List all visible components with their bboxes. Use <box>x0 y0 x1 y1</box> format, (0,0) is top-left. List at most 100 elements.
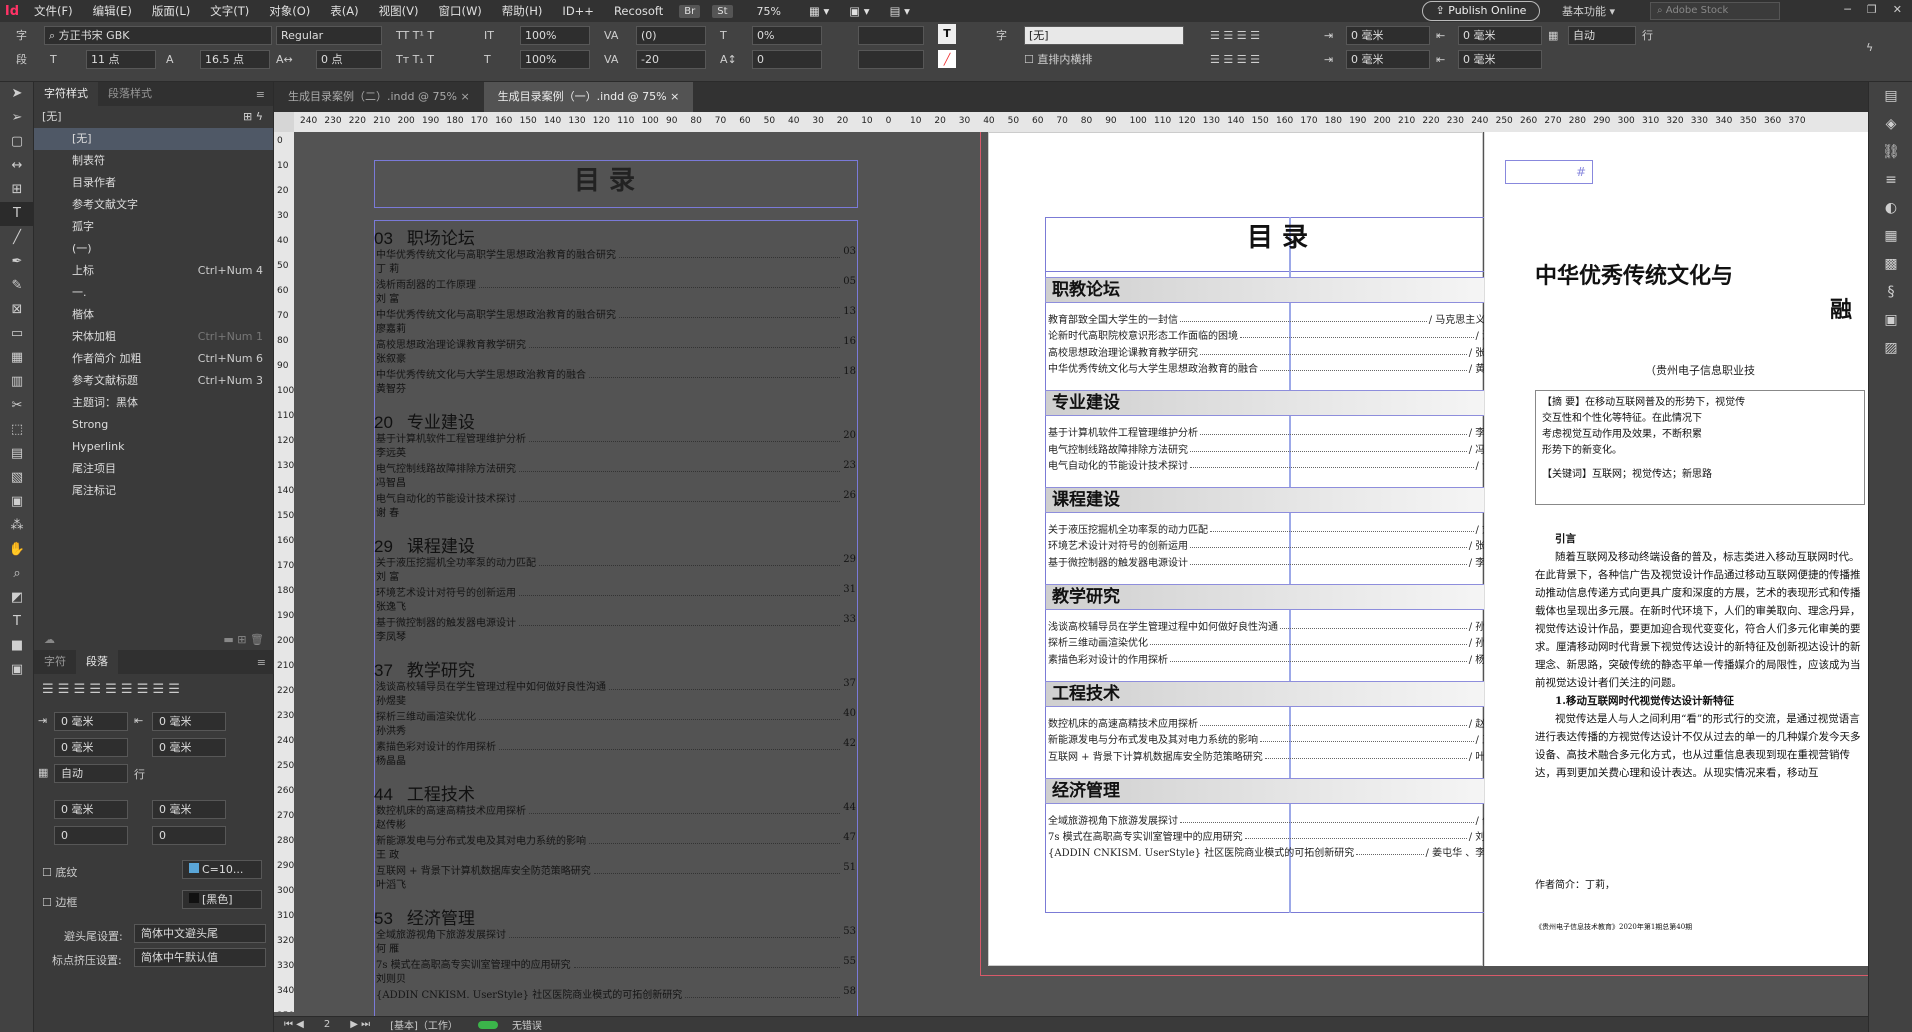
para-panel-menu-icon[interactable]: ≡ <box>257 656 266 669</box>
para-last-indent[interactable]: 0 毫米 <box>152 738 226 757</box>
char-style-select[interactable]: [无] <box>1024 26 1184 45</box>
publish-online-button[interactable]: ⇪ Publish Online <box>1422 1 1540 21</box>
menu-edit[interactable]: 编辑(E) <box>83 3 142 19</box>
screen-mode-icon[interactable]: ▣ <box>0 658 34 682</box>
menu-layout[interactable]: 版面(L) <box>142 3 200 19</box>
page-tool-icon[interactable]: ▢ <box>0 130 34 154</box>
menu-view[interactable]: 视图(V) <box>369 3 429 19</box>
close-icon[interactable]: ✕ <box>1893 3 1902 16</box>
vscale-field[interactable]: 100% <box>520 26 590 45</box>
rect-tool-icon[interactable]: ▭ <box>0 322 34 346</box>
cloud-icon[interactable]: ☁ <box>44 633 55 646</box>
char-style-item[interactable]: 尾注项目 <box>34 458 273 480</box>
type-tool-icon[interactable]: T <box>0 202 34 226</box>
zoom-tool-icon[interactable]: ⌕ <box>0 562 34 586</box>
menu-idplus[interactable]: ID++ <box>552 4 604 18</box>
story-editor-frame[interactable]: 目 录 03 职场论坛 中华优秀传统文化与高职学生思想政治教育的融合研究 03 丁 莉浅… <box>374 160 858 1020</box>
hand-tool-icon[interactable]: ✋ <box>0 538 34 562</box>
page-toc[interactable]: 目 录 职教论坛教育部致全国大学生的一封信/ 马克思主义学院（03）论新时代高职… <box>988 132 1551 966</box>
doc-tab-1[interactable]: 生成目录案例（一）.indd @ 75% × <box>483 82 694 112</box>
stroke-panel-icon[interactable]: ≡ <box>1869 166 1912 194</box>
fill-stroke-icon[interactable]: ◩ <box>0 586 34 610</box>
frame-grid-icon[interactable]: ▥ <box>0 370 34 394</box>
text-wrap-icon[interactable]: ▣ <box>1869 306 1912 334</box>
align-buttons[interactable]: ☰ ☰ ☰ ☰ ☰ ☰ ☰ ☰ ☰ <box>42 682 180 697</box>
note-tool-icon[interactable]: ▣ <box>0 490 34 514</box>
first-indent-field[interactable]: 0 毫米 <box>1346 50 1430 69</box>
gradient-feather-icon[interactable]: ▧ <box>0 466 34 490</box>
char-style-item[interactable]: (一) <box>34 238 273 260</box>
horizontal-ruler[interactable]: 240 230 220 210 200 190 180 170 160 150 140 130 120 1… <box>294 112 1868 132</box>
leading-field[interactable]: 16.5 点 <box>200 50 270 69</box>
left-indent-field[interactable]: 0 毫米 <box>1346 26 1430 45</box>
font-family-select[interactable]: ⌕ 方正书宋 GBK <box>44 26 272 45</box>
bridge-button[interactable]: Br <box>679 4 701 18</box>
baseline-field[interactable]: 0 <box>752 50 822 69</box>
lang-field-b[interactable] <box>858 50 924 69</box>
links-panel-icon[interactable]: ⛓ <box>1869 138 1912 166</box>
page-number-field[interactable]: 2 <box>314 1019 340 1030</box>
stock-button[interactable]: St <box>712 4 733 18</box>
direct-selection-icon[interactable]: ➢ <box>0 106 34 130</box>
dropcap-chars-field[interactable]: 0 <box>152 826 226 845</box>
font-style-select[interactable]: Regular <box>276 26 382 45</box>
stroke-none-swatch[interactable]: ╱ <box>938 50 956 68</box>
text-color-swatch[interactable]: T <box>938 24 956 44</box>
tab-character-styles[interactable]: 字符样式 <box>34 82 98 106</box>
gap-tool-icon[interactable]: ↔ <box>0 154 34 178</box>
screen-mode-icon[interactable]: ▣ ▾ <box>839 4 879 18</box>
pen-tool-icon[interactable]: ✒ <box>0 250 34 274</box>
tab-paragraph[interactable]: 段落 <box>76 650 118 674</box>
char-style-item[interactable]: [无] <box>34 128 273 150</box>
auto-select[interactable]: 自动 <box>1568 26 1636 45</box>
close-tab-icon[interactable]: × <box>460 90 469 103</box>
char-style-item[interactable]: 上标 Ctrl+Num 4 <box>34 260 273 282</box>
space-after-field[interactable]: 0 毫米 <box>152 800 226 819</box>
layers-panel-icon[interactable]: ◈ <box>1869 110 1912 138</box>
selection-tool-icon[interactable]: ➤ <box>0 82 34 106</box>
char-style-item[interactable]: 目录作者 <box>34 172 273 194</box>
panel-menu-icon[interactable]: ≡ <box>256 88 265 101</box>
apply-color-icon[interactable]: ■ <box>0 634 34 658</box>
char-style-item[interactable]: 制表符 <box>34 150 273 172</box>
rect-frame-icon[interactable]: ⊠ <box>0 298 34 322</box>
minimize-icon[interactable]: ─ <box>1844 3 1851 16</box>
tab-paragraph-styles[interactable]: 段落样式 <box>98 82 162 106</box>
next-page-icon[interactable]: ▶ ⏭ <box>340 1019 380 1030</box>
first-page-icon[interactable]: ⏮ ◀ <box>274 1019 314 1030</box>
menu-object[interactable]: 对象(O) <box>259 3 320 19</box>
border-color-select[interactable]: [黑色] <box>182 890 262 909</box>
menu-type[interactable]: 文字(T) <box>200 3 259 19</box>
pasteboard[interactable]: 目 录 03 职场论坛 中华优秀传统文化与高职学生思想政治教育的融合研究 03 丁 莉浅… <box>294 132 1868 1020</box>
grid-tool-icon[interactable]: ▦ <box>0 346 34 370</box>
view-options-icon[interactable]: ▦ ▾ <box>799 4 839 18</box>
gradient-panel-icon[interactable]: ▩ <box>1869 250 1912 278</box>
char-style-item[interactable]: 孤字 <box>34 216 273 238</box>
kinsoku-select[interactable]: 简体中文避头尾 <box>134 924 266 943</box>
tab-character[interactable]: 字符 <box>34 650 76 674</box>
zoom-select[interactable]: 75% <box>739 5 799 18</box>
dropcap-lines-field[interactable]: 0 <box>54 826 128 845</box>
char-style-item[interactable]: 宋体加粗 Ctrl+Num 1 <box>34 326 273 348</box>
arrange-docs-icon[interactable]: ▤ ▾ <box>880 4 920 18</box>
menu-recosoft[interactable]: Recosoft <box>604 4 673 18</box>
menu-window[interactable]: 窗口(W) <box>428 3 491 19</box>
tracking-a-field[interactable]: 0 点 <box>316 50 382 69</box>
hscale-field[interactable]: 100% <box>520 50 590 69</box>
cc-libraries-icon[interactable]: § <box>1869 278 1912 306</box>
tracking-field[interactable]: -20 <box>636 50 706 69</box>
vertical-ruler[interactable]: 0 10 20 30 40 50 60 70 80 90 100 110 120 130 140 150 160… <box>274 132 294 1012</box>
content-collector-icon[interactable]: ⊞ <box>0 178 34 202</box>
skew-field[interactable]: 0% <box>752 26 822 45</box>
close-tab-icon[interactable]: × <box>670 90 679 103</box>
scissors-icon[interactable]: ✂ <box>0 394 34 418</box>
shading-checkbox[interactable]: ☐ 底纹 <box>42 864 77 880</box>
eyedropper-icon[interactable]: ⁂ <box>0 514 34 538</box>
char-style-item[interactable]: 参考文献标题 Ctrl+Num 3 <box>34 370 273 392</box>
char-style-item[interactable]: 参考文献文字 <box>34 194 273 216</box>
line-tool-icon[interactable]: ╱ <box>0 226 34 250</box>
right-indent-field[interactable]: 0 毫米 <box>1458 26 1542 45</box>
page-article[interactable]: # 中华优秀传统文化与 融 （贵州电子信息职业技 【摘 要】在移动互联网普及的形… <box>1484 132 1868 966</box>
align-buttons-row1[interactable]: ☰ ☰ ☰ ☰ <box>1210 26 1260 45</box>
doc-tab-2[interactable]: 生成目录案例（二）.indd @ 75% × <box>274 82 484 112</box>
